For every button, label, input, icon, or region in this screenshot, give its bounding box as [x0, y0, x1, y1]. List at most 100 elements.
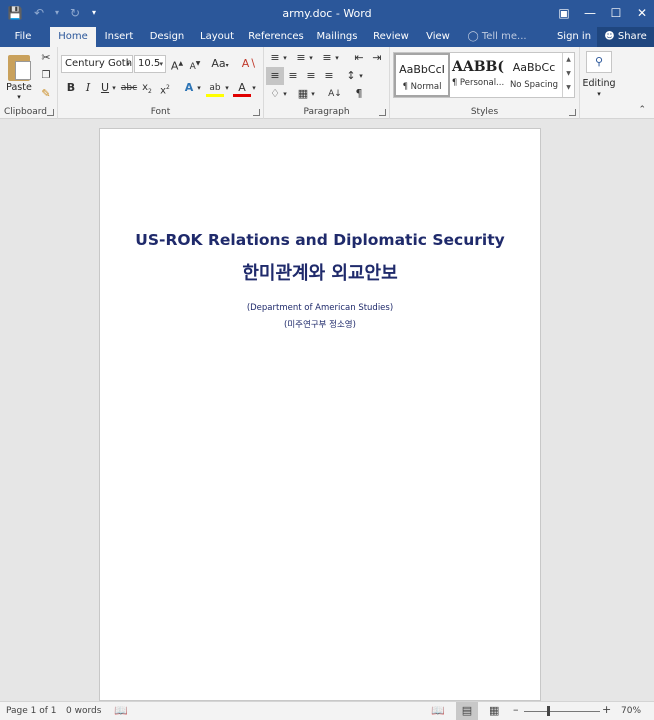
style-preview: AaBbCc [512, 61, 556, 74]
font-size-combo[interactable]: 10.5 ▾ [134, 55, 166, 73]
tab-file[interactable]: File [6, 27, 40, 47]
ribbon-display-options-icon[interactable]: ▣ [552, 0, 576, 27]
chevron-down-icon[interactable]: ▾ [306, 49, 316, 67]
styles-scroll: ▲ ▼ ▼ [562, 53, 574, 97]
close-button[interactable]: ✕ [630, 0, 654, 27]
person-icon: ☻ [604, 31, 615, 42]
styles-launcher-icon[interactable] [569, 109, 576, 116]
window-controls: ▣ — ☐ ✕ [550, 0, 654, 27]
show-marks-icon[interactable]: ¶ [350, 85, 368, 103]
style-name: ¶ Personal... [451, 78, 505, 88]
tab-design[interactable]: Design [145, 27, 189, 47]
copy-icon[interactable]: ❐ [37, 67, 55, 85]
read-mode-icon[interactable]: 📖 [431, 704, 445, 717]
tab-mailings[interactable]: Mailings [313, 27, 361, 47]
tab-layout[interactable]: Layout [196, 27, 238, 47]
style-name: No Spacing [509, 80, 559, 90]
grow-font-icon[interactable]: A▲ [168, 55, 186, 73]
increase-indent-icon[interactable]: ⇥ [368, 49, 386, 67]
tab-view[interactable]: View [420, 27, 456, 47]
change-case-icon[interactable]: Aa▾ [208, 55, 232, 73]
sort-icon[interactable]: A↓ [326, 85, 344, 103]
chevron-down-icon[interactable]: ▾ [249, 79, 259, 97]
chevron-down-icon[interactable]: ▾ [280, 85, 290, 103]
paste-label: Paste [6, 82, 32, 93]
shrink-font-icon[interactable]: A▼ [186, 55, 204, 73]
tab-review[interactable]: Review [369, 27, 413, 47]
strikethrough-button[interactable]: abc [120, 79, 138, 97]
align-left-button[interactable]: ≡ [266, 67, 284, 85]
superscript-button[interactable]: x2 [156, 79, 174, 97]
document-page[interactable]: US-ROK Relations and Diplomatic Security… [99, 128, 541, 701]
cut-icon[interactable]: ✂ [37, 49, 55, 67]
font-name-value: Century Gothic [65, 58, 133, 69]
font-group-label: Font [150, 107, 171, 117]
chevron-down-icon[interactable]: ▾ [194, 79, 204, 97]
align-center-button[interactable]: ≡ [284, 67, 302, 85]
ribbon: Paste ▾ ✂ ❐ ✎ Clipboard Century Gothic ▾… [0, 47, 654, 119]
page-count[interactable]: Page 1 of 1 [6, 706, 57, 716]
chevron-down-icon[interactable]: ▾ [222, 79, 232, 97]
chevron-down-icon[interactable]: ▾ [332, 49, 342, 67]
clipboard-launcher-icon[interactable] [47, 109, 54, 116]
italic-button[interactable]: I [79, 79, 97, 97]
style-personal[interactable]: AABB( ¶ Personal... [450, 53, 506, 97]
share-label: Share [617, 31, 647, 42]
format-painter-icon[interactable]: ✎ [37, 85, 55, 103]
font-launcher-icon[interactable] [253, 109, 260, 116]
chevron-down-icon: ▾ [159, 60, 163, 68]
style-name: ¶ Normal [402, 82, 442, 92]
sign-in-link[interactable]: Sign in [554, 27, 594, 47]
clear-formatting-icon[interactable]: A∖ [240, 55, 258, 73]
clipboard-group: Paste ▾ ✂ ❐ ✎ Clipboard [0, 47, 58, 119]
bold-button[interactable]: B [62, 79, 80, 97]
editing-label: Editing [582, 78, 616, 89]
chevron-down-icon[interactable]: ▾ [308, 85, 318, 103]
style-normal[interactable]: AaBbCcI ¶ Normal [394, 53, 450, 97]
word-count[interactable]: 0 words [66, 706, 101, 716]
tab-insert[interactable]: Insert [100, 27, 138, 47]
proofing-icon[interactable]: 📖 [114, 704, 128, 717]
tab-references[interactable]: References [246, 27, 306, 47]
tell-me-text: Tell me... [481, 31, 527, 42]
justify-button[interactable]: ≡ [320, 67, 338, 85]
subscript-button[interactable]: x2 [138, 79, 156, 97]
chevron-down-icon[interactable]: ▾ [356, 67, 366, 85]
font-name-combo[interactable]: Century Gothic ▾ [61, 55, 133, 73]
title-bar: 💾 ↶ ▾ ↻ ▾ army.doc - Word ▣ — ☐ ✕ [0, 0, 654, 27]
minimize-button[interactable]: — [578, 0, 602, 27]
style-no-spacing[interactable]: AaBbCc No Spacing [506, 53, 562, 97]
chevron-down-icon: ▾ [597, 90, 601, 98]
decrease-indent-icon[interactable]: ⇤ [350, 49, 368, 67]
tab-home[interactable]: Home [50, 27, 96, 47]
maximize-button[interactable]: ☐ [604, 0, 628, 27]
scroll-up-icon[interactable]: ▲ [563, 53, 574, 67]
document-title-korean: 한미관계와 외교안보 [242, 263, 398, 284]
status-bar: Page 1 of 1 0 words 📖 📖 ▤ ▦ – + 70% [0, 701, 654, 720]
zoom-level[interactable]: 70% [621, 706, 641, 716]
print-layout-icon[interactable]: ▤ [456, 702, 478, 720]
document-title-english: US-ROK Relations and Diplomatic Security [135, 231, 505, 249]
editing-group[interactable]: ⚲ Editing ▾ [580, 47, 618, 119]
paragraph-launcher-icon[interactable] [379, 109, 386, 116]
scroll-down-icon[interactable]: ▼ [563, 67, 574, 81]
zoom-slider-track[interactable] [524, 711, 600, 712]
zoom-slider-thumb[interactable] [547, 706, 550, 716]
more-styles-icon[interactable]: ▼ [563, 81, 574, 95]
styles-group-label: Styles [470, 107, 499, 117]
style-preview: AABB( [451, 59, 504, 75]
tell-me-box[interactable]: ◯ Tell me... [465, 27, 529, 47]
paste-button[interactable]: Paste ▾ [2, 49, 36, 101]
share-button[interactable]: ☻ Share [597, 27, 654, 47]
ribbon-tabs: File Home Insert Design Layout Reference… [0, 27, 654, 47]
chevron-down-icon[interactable]: ▾ [109, 79, 119, 97]
web-layout-icon[interactable]: ▦ [489, 704, 499, 717]
chevron-down-icon[interactable]: ▾ [280, 49, 290, 67]
zoom-out-button[interactable]: – [513, 703, 519, 716]
document-area[interactable]: US-ROK Relations and Diplomatic Security… [0, 120, 654, 701]
collapse-ribbon-icon[interactable]: ⌃ [638, 105, 646, 115]
align-right-button[interactable]: ≡ [302, 67, 320, 85]
clipboard-icon [8, 55, 31, 81]
font-size-value: 10.5 [138, 58, 161, 69]
zoom-in-button[interactable]: + [602, 703, 611, 716]
